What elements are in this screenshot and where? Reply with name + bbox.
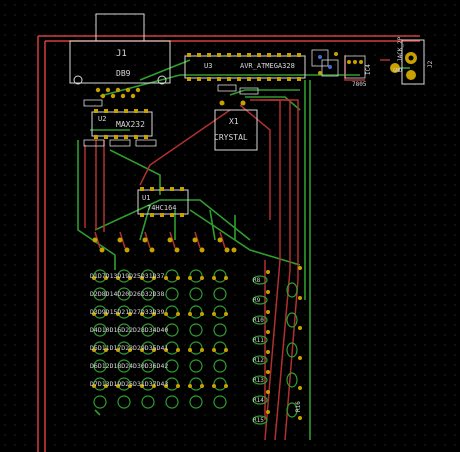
led-row-label: D7D13D19D25D31D37D43 (90, 380, 168, 388)
led-row-label: D3D9D15D21D27D33D39 (90, 308, 164, 316)
vreg-label: 7805 (352, 81, 367, 88)
u2-ref-label: U2 (98, 115, 106, 123)
u3-ref-label: U3 (204, 62, 212, 70)
led-row-label: D1D7D13D19D25D31D37 (90, 272, 164, 280)
x1-ref-label: X1 (229, 117, 239, 126)
pcb-canvas[interactable]: J1 DB9 U3 AVR_ATMEGA328 U2 MAX232 X1 CRY… (0, 0, 460, 452)
resistor-label: R8 (253, 277, 261, 284)
resistor-label: R14 (253, 397, 264, 404)
led-row-label: D4D10D16D22D28D34D40 (90, 326, 168, 334)
resistor-label: R11 (253, 337, 264, 344)
jack-value-label: JACK_2P (397, 36, 404, 62)
u1-value-label: 74HC164 (147, 204, 177, 212)
u3-value-label: AVR_ATMEGA328 (240, 62, 295, 70)
resistor-label: R16 (295, 401, 302, 412)
j1-value-label: DB9 (116, 69, 131, 78)
gnd-label: GND (393, 68, 402, 74)
u2-value-label: MAX232 (116, 120, 145, 129)
led-row-label: D6D12D18D24D30D36D42 (90, 362, 168, 370)
resistor-label: R15 (253, 417, 264, 424)
x1-value-label: CRYSTAL (214, 133, 248, 142)
resistor-label: R10 (253, 317, 264, 324)
resistor-label: R13 (253, 377, 264, 384)
led-row-label: D5D11D17D23D29D35D41 (90, 344, 168, 352)
resistor-label: R9 (253, 297, 261, 304)
j1-ref-label: J1 (116, 49, 127, 59)
led-row-label: D2D8D14D20D26D32D38 (90, 290, 164, 298)
u1-ref-label: U1 (142, 194, 150, 202)
jack-ref-label: J2 (427, 60, 434, 68)
ic4-label: IC4 (365, 64, 372, 75)
resistor-label: R12 (253, 357, 264, 364)
